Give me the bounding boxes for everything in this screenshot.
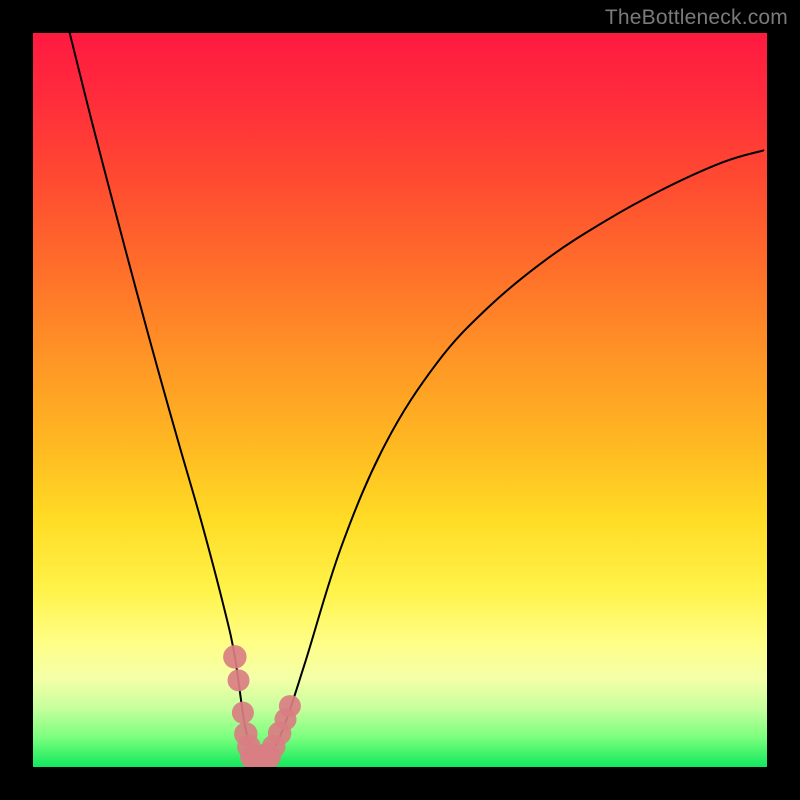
watermark-text: TheBottleneck.com [605, 6, 788, 30]
chart-svg [33, 33, 767, 767]
highlight-marker [223, 645, 246, 668]
bottleneck-curve-line [70, 33, 764, 760]
highlight-marker [228, 669, 250, 691]
highlight-markers-group [223, 645, 301, 767]
plot-area [33, 33, 767, 767]
chart-stage: TheBottleneck.com [0, 0, 800, 800]
highlight-marker [279, 695, 301, 717]
highlight-marker [232, 702, 254, 724]
